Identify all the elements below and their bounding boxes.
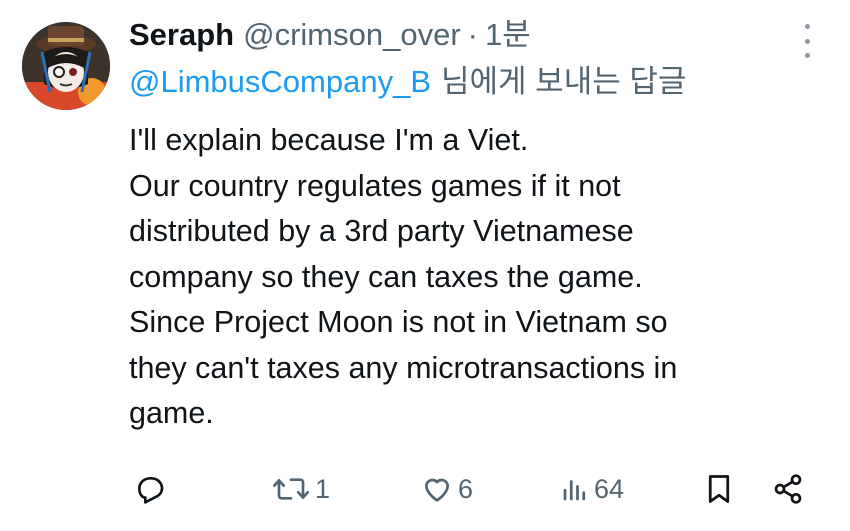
more-options-button[interactable] xyxy=(796,24,818,58)
timestamp[interactable]: 1분 xyxy=(485,10,531,60)
tweet-text-line: they can't taxes any microtransactions i… xyxy=(129,350,678,385)
tweet-content: Seraph @crimson_over · 1분 @LimbusCompany… xyxy=(129,10,819,437)
tweet-text-line: I'll explain because I'm a Viet. xyxy=(129,123,529,157)
share-button[interactable] xyxy=(772,466,804,512)
reply-suffix-text: 님에게 보내는 답글 xyxy=(441,64,687,99)
heart-icon xyxy=(425,478,449,502)
retweet-count: 1 xyxy=(315,473,331,504)
views-button[interactable]: 64 xyxy=(560,466,624,512)
tweet[interactable]: Seraph @crimson_over · 1분 @LimbusCompany… xyxy=(0,0,850,531)
reply-context: @LimbusCompany_B 님에게 보내는 답글 xyxy=(129,60,819,106)
action-bar: 1 6 64 xyxy=(0,466,850,512)
bookmark-button[interactable] xyxy=(704,466,734,512)
views-icon xyxy=(563,480,586,501)
retweet-icon xyxy=(273,478,309,500)
tweet-header: Seraph @crimson_over · 1분 xyxy=(129,10,819,60)
tweet-text-line: distributed by a 3rd party Vietnamese xyxy=(129,214,634,248)
reply-mention-link[interactable]: @LimbusCompany_B xyxy=(129,64,431,99)
bookmark-icon xyxy=(708,475,730,503)
tweet-text: I'll explain because I'm a Viet. Our cou… xyxy=(129,118,819,437)
tweet-text-line: company so they can taxes the game. xyxy=(129,259,643,294)
more-dot-icon xyxy=(804,38,810,44)
separator-dot: · xyxy=(467,17,478,52)
display-name[interactable]: Seraph xyxy=(129,10,234,60)
tweet-text-line: Since Project Moon is not in Vietnam so xyxy=(129,305,668,339)
reply-button[interactable] xyxy=(134,466,166,512)
user-handle[interactable]: @crimson_over xyxy=(243,10,461,60)
like-count: 6 xyxy=(458,473,474,504)
reply-icon xyxy=(138,477,164,504)
like-button[interactable]: 6 xyxy=(420,466,473,512)
share-icon xyxy=(774,474,802,504)
retweet-button[interactable]: 1 xyxy=(271,466,330,512)
more-dot-icon xyxy=(804,53,810,58)
more-dot-icon xyxy=(804,24,810,29)
tweet-text-line: game. xyxy=(129,396,214,430)
avatar-image xyxy=(22,22,110,110)
tweet-text-line: Our country regulates games if it not xyxy=(129,168,621,203)
avatar[interactable] xyxy=(22,22,110,110)
view-count: 64 xyxy=(594,473,625,504)
